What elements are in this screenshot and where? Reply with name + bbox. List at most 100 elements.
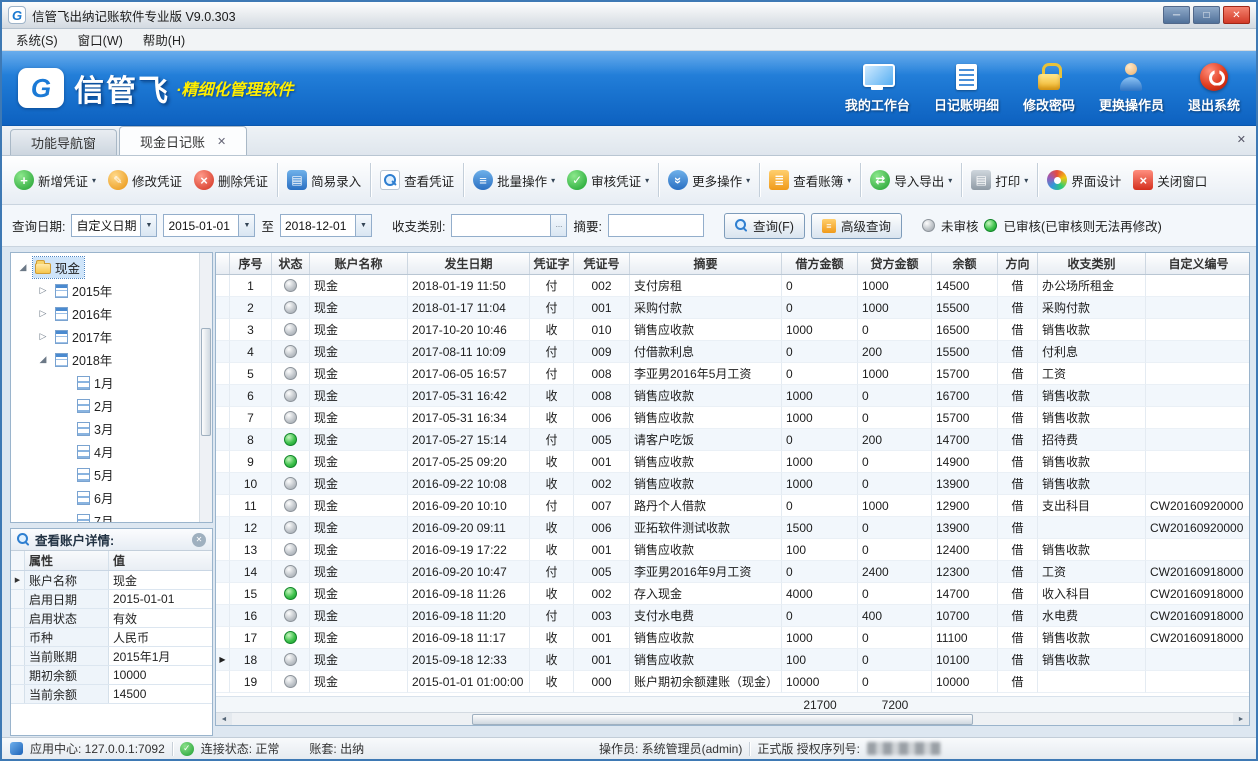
table-row[interactable]: 6现金2017-05-31 16:42收008销售应收款1000016700借销… <box>216 385 1249 407</box>
toolbar-ledger-button[interactable]: 查看账簿▾ <box>763 161 857 199</box>
tree-item-m4[interactable]: 4月 <box>11 440 212 463</box>
tree-expander-icon[interactable]: ▷ <box>37 331 49 342</box>
tab-cash-journal[interactable]: 现金日记账✕ <box>119 126 247 155</box>
tree-item-y2015[interactable]: ▷2015年 <box>11 279 212 302</box>
category-input[interactable]: … <box>451 214 567 237</box>
table-row[interactable]: ▶18现金2015-09-18 12:33收001销售应收款100010100借… <box>216 649 1249 671</box>
column-header[interactable]: 收支类别 <box>1038 253 1146 274</box>
column-header[interactable]: 借方金额 <box>782 253 858 274</box>
toolbar-edit-button[interactable]: 修改凭证 <box>102 161 188 199</box>
minimize-button[interactable]: ─ <box>1163 6 1190 24</box>
column-header[interactable]: 序号 <box>230 253 272 274</box>
chevron-down-icon[interactable]: ▼ <box>140 215 156 236</box>
table-row[interactable]: 13现金2016-09-19 17:22收001销售应收款100012400借销… <box>216 539 1249 561</box>
tree-item-m6[interactable]: 6月 <box>11 486 212 509</box>
column-header[interactable]: 账户名称 <box>310 253 408 274</box>
table-row[interactable]: 8现金2017-05-27 15:14付005请客户吃饭020014700借招待… <box>216 429 1249 451</box>
date-to-select[interactable]: ▼ <box>280 214 372 237</box>
toolbar-print-button[interactable]: 打印▾ <box>965 161 1034 199</box>
column-header[interactable]: 凭证号 <box>574 253 630 274</box>
tab-close-icon[interactable]: ✕ <box>217 135 226 148</box>
tree-scrollbar[interactable] <box>199 253 212 522</box>
scrollbar-track[interactable] <box>232 713 1233 726</box>
tabbar-close-icon[interactable]: ✕ <box>1237 133 1246 146</box>
table-row[interactable]: 5现金2017-06-05 16:57付008李亚男2016年5月工资01000… <box>216 363 1249 385</box>
table-row[interactable]: 3现金2017-10-20 10:46收010销售应收款1000016500借销… <box>216 319 1249 341</box>
date-to-value[interactable] <box>281 219 355 233</box>
tree-expander-icon[interactable]: ◢ <box>17 262 29 273</box>
banner-action-password[interactable]: 修改密码 <box>1023 63 1075 114</box>
menu-item[interactable]: 帮助(H) <box>133 28 195 51</box>
toolbar-add-button[interactable]: 新增凭证▾ <box>8 161 102 199</box>
menu-item[interactable]: 系统(S) <box>6 28 68 51</box>
tree-item-y2018[interactable]: ◢2018年 <box>11 348 212 371</box>
banner-action-operator[interactable]: 更换操作员 <box>1099 63 1164 114</box>
tree-item-m3[interactable]: 3月 <box>11 417 212 440</box>
scrollbar-thumb[interactable] <box>472 714 973 725</box>
table-row[interactable]: 11现金2016-09-20 10:10付007路丹个人借款0100012900… <box>216 495 1249 517</box>
column-header[interactable]: 凭证字 <box>530 253 574 274</box>
chevron-down-icon[interactable]: ▼ <box>238 215 254 236</box>
summary-input[interactable] <box>608 214 704 237</box>
table-row[interactable]: 15现金2016-09-18 11:26收002存入现金4000014700借收… <box>216 583 1249 605</box>
table-row[interactable]: 19现金2015-01-01 01:00:00收000账户期初余额建账（现金）1… <box>216 671 1249 693</box>
tree-item-m5[interactable]: 5月 <box>11 463 212 486</box>
date-mode-select[interactable]: ▼ <box>71 214 157 237</box>
table-row[interactable]: 2现金2018-01-17 11:04付001采购付款0100015500借采购… <box>216 297 1249 319</box>
date-from-select[interactable]: ▼ <box>163 214 255 237</box>
maximize-button[interactable]: □ <box>1193 6 1220 24</box>
close-button[interactable]: ✕ <box>1223 6 1250 24</box>
toolbar-audit-button[interactable]: 审核凭证▾ <box>561 161 655 199</box>
tree-item-m2[interactable]: 2月 <box>11 394 212 417</box>
banner-action-exit[interactable]: 退出系统 <box>1188 63 1240 114</box>
toolbar-ui-design-button[interactable]: 界面设计 <box>1041 161 1127 199</box>
table-row[interactable]: 4现金2017-08-11 10:09付009付借款利息020015500借付利… <box>216 341 1249 363</box>
ellipsis-icon[interactable]: … <box>550 215 566 236</box>
chevron-down-icon[interactable]: ▼ <box>355 215 371 236</box>
details-close-icon[interactable]: ✕ <box>192 533 206 547</box>
toolbar-import-export-button[interactable]: 导入导出▾ <box>864 161 958 199</box>
tree-item-y2016[interactable]: ▷2016年 <box>11 302 212 325</box>
date-mode-value[interactable] <box>72 219 140 233</box>
banner-action-journal[interactable]: 日记账明细 <box>934 63 999 114</box>
tree-item-cash[interactable]: ◢现金 <box>11 256 212 279</box>
banner-action-workbench[interactable]: 我的工作台 <box>845 63 910 114</box>
toolbar-batch-button[interactable]: 批量操作▾ <box>467 161 561 199</box>
table-row[interactable]: 7现金2017-05-31 16:34收006销售应收款1000015700借销… <box>216 407 1249 429</box>
date-from-value[interactable] <box>164 219 238 233</box>
tree-expander-icon[interactable]: ▷ <box>37 308 49 319</box>
toolbar-view-voucher-button[interactable]: 查看凭证 <box>374 161 460 199</box>
tree-expander-icon[interactable]: ▷ <box>37 285 49 296</box>
category-value[interactable] <box>452 219 550 233</box>
toolbar-more-button[interactable]: 更多操作▾ <box>662 161 756 199</box>
table-row[interactable]: 14现金2016-09-20 10:47付005李亚男2016年9月工资0240… <box>216 561 1249 583</box>
scroll-left-icon[interactable]: ◄ <box>216 713 232 726</box>
advanced-search-button[interactable]: ≡ 高级查询 <box>811 213 902 239</box>
tab-nav[interactable]: 功能导航窗 <box>10 129 117 155</box>
table-row[interactable]: 17现金2016-09-18 11:17收001销售应收款1000011100借… <box>216 627 1249 649</box>
search-button[interactable]: 查询(F) <box>724 213 805 239</box>
column-header[interactable]: 余额 <box>932 253 998 274</box>
toolbar-delete-button[interactable]: 删除凭证 <box>188 161 274 199</box>
column-header[interactable]: 方向 <box>998 253 1038 274</box>
table-row[interactable]: 12现金2016-09-20 09:11收006亚拓软件测试收款15000139… <box>216 517 1249 539</box>
tree-item-m1[interactable]: 1月 <box>11 371 212 394</box>
tree-expander-icon[interactable]: ◢ <box>37 354 49 365</box>
tree-item-y2017[interactable]: ▷2017年 <box>11 325 212 348</box>
table-row[interactable]: 10现金2016-09-22 10:08收002销售应收款1000013900借… <box>216 473 1249 495</box>
column-header[interactable]: 贷方金额 <box>858 253 932 274</box>
horizontal-scrollbar[interactable]: ◄ ► <box>216 712 1249 726</box>
tree-scrollbar-thumb[interactable] <box>201 328 211 436</box>
toolbar-quick-entry-button[interactable]: 简易录入 <box>281 161 367 199</box>
column-header[interactable]: 状态 <box>272 253 310 274</box>
toolbar-close-window-button[interactable]: 关闭窗口 <box>1127 161 1213 199</box>
table-row[interactable]: 16现金2016-09-18 11:20付003支付水电费040010700借水… <box>216 605 1249 627</box>
table-row[interactable]: 9现金2017-05-25 09:20收001销售应收款1000014900借销… <box>216 451 1249 473</box>
column-header[interactable]: 发生日期 <box>408 253 530 274</box>
scroll-right-icon[interactable]: ► <box>1233 713 1249 726</box>
menu-item[interactable]: 窗口(W) <box>68 28 133 51</box>
table-row[interactable]: 1现金2018-01-19 11:50付002支付房租0100014500借办公… <box>216 275 1249 297</box>
column-header[interactable]: 自定义编号 <box>1146 253 1250 274</box>
tree-item-m7[interactable]: 7月 <box>11 509 212 523</box>
column-header[interactable]: 摘要 <box>630 253 782 274</box>
